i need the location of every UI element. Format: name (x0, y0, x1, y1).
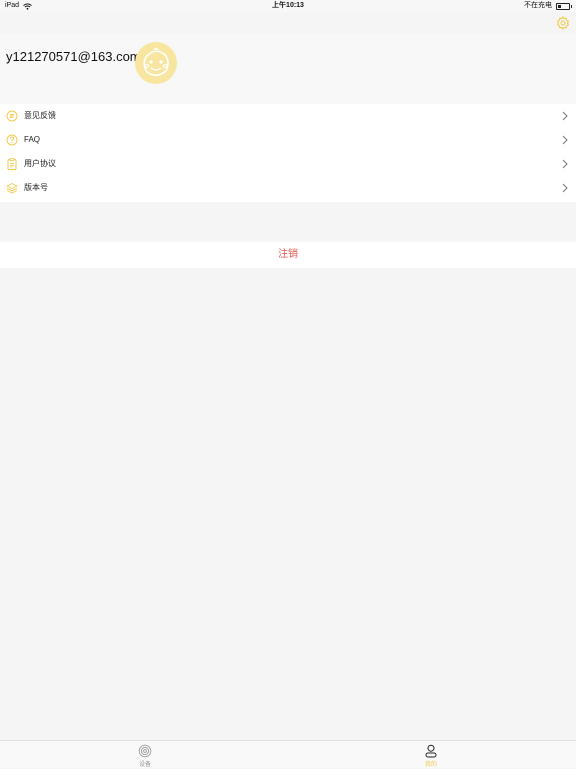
profile-header: y121270571@163.com (0, 34, 576, 104)
chevron-right-icon (562, 111, 568, 121)
status-right: 不在充电 (524, 0, 572, 12)
menu-item-user-agreement[interactable]: 用户协议 (0, 152, 576, 176)
charging-status: 不在充电 (524, 2, 552, 9)
menu-item-feedback[interactable]: 意见反馈 (0, 104, 576, 128)
tab-label: 我的 (424, 762, 437, 768)
device-icon (138, 744, 152, 758)
menu-item-version[interactable]: 版本号 (0, 176, 576, 200)
question-icon (6, 134, 18, 146)
tab-label: 设备 (138, 762, 151, 768)
status-time: 上午10:13 (272, 2, 304, 9)
chevron-right-icon (562, 159, 568, 169)
user-icon (425, 744, 437, 758)
battery-icon (556, 2, 572, 10)
tab-mine[interactable]: 我的 (401, 741, 461, 769)
menu-item-label: FAQ (24, 135, 41, 144)
status-bar: iPad 上午10:13 不在充电 (0, 0, 576, 12)
menu-item-label: 版本号 (24, 183, 48, 192)
tab-bar: 设备 我的 (0, 740, 576, 768)
layers-icon (6, 183, 18, 194)
avatar-baby-face-icon[interactable] (134, 41, 178, 85)
logout-button[interactable]: 注销 (0, 242, 576, 268)
user-email: y121270571@163.com (6, 49, 141, 64)
menu-item-faq[interactable]: FAQ (0, 128, 576, 152)
clipboard-icon (7, 158, 17, 170)
menu-item-label: 用户协议 (24, 159, 56, 168)
chevron-right-icon (562, 183, 568, 193)
menu-item-label: 意见反馈 (24, 111, 56, 120)
settings-menu: 意见反馈 FAQ 用户协议 版本号 (0, 104, 576, 202)
feedback-icon (6, 110, 18, 122)
chevron-right-icon (562, 135, 568, 145)
tab-devices[interactable]: 设备 (115, 741, 175, 769)
settings-gear-icon[interactable] (556, 16, 570, 30)
